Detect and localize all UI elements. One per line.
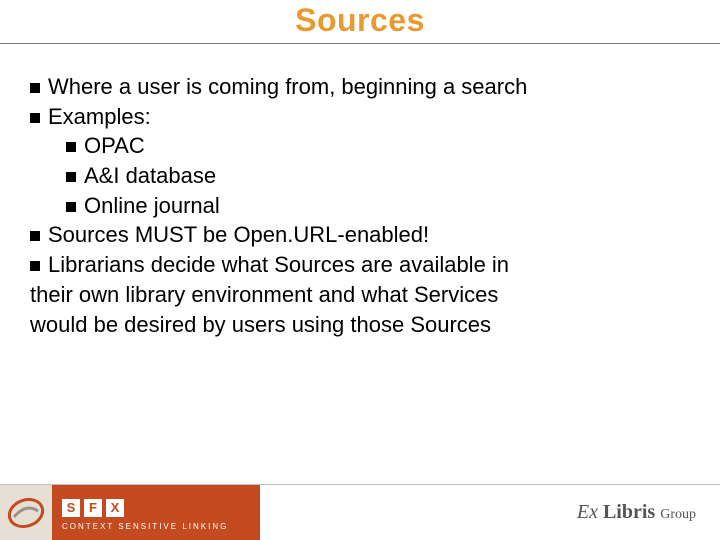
bullet-text: A&I database (84, 163, 216, 188)
bullet-continuation: their own library environment and what S… (30, 280, 690, 310)
bullet-item: Sources MUST be Open.URL-enabled! (30, 220, 690, 250)
bullet-icon (66, 172, 76, 182)
footer-bar: S F X CONTEXT SENSITIVE LINKING Ex Libri… (0, 485, 720, 540)
bullet-text: Sources MUST be Open.URL-enabled! (48, 222, 429, 247)
bullet-icon (66, 142, 76, 152)
bullet-icon (30, 261, 40, 271)
bullet-icon (66, 202, 76, 212)
sub-bullet-item: Online journal (30, 191, 690, 221)
bullet-text: OPAC (84, 133, 145, 158)
bullet-icon (30, 83, 40, 93)
sfx-letters: S F X (62, 499, 228, 517)
sfx-letter-s: S (62, 499, 80, 517)
sfx-logo: S F X CONTEXT SENSITIVE LINKING (52, 485, 228, 540)
bullet-text: Librarians decide what Sources are avail… (48, 252, 509, 277)
sub-bullet-item: OPAC (30, 131, 690, 161)
sub-bullet-item: A&I database (30, 161, 690, 191)
swirl-logo (0, 485, 52, 540)
bullet-item: Examples: (30, 102, 690, 132)
footer: S F X CONTEXT SENSITIVE LINKING Ex Libri… (0, 484, 720, 540)
exlibris-ex: Ex (577, 501, 598, 523)
bullet-text: Examples: (48, 104, 151, 129)
slide: Sources Where a user is coming from, beg… (0, 0, 720, 540)
slide-body: Where a user is coming from, beginning a… (0, 44, 720, 339)
bullet-icon (30, 231, 40, 241)
exlibris-libris: Libris (598, 501, 660, 523)
bullet-text: Online journal (84, 193, 220, 218)
exlibris-logo: Ex Libris Group (577, 501, 696, 524)
exlibris-group: Group (660, 507, 696, 522)
bullet-continuation: would be desired by users using those So… (30, 310, 690, 340)
sfx-tagline: CONTEXT SENSITIVE LINKING (62, 522, 228, 531)
sfx-letter-x: X (106, 499, 124, 517)
bullet-text: Where a user is coming from, beginning a… (48, 74, 527, 99)
slide-title: Sources (295, 2, 425, 41)
title-area: Sources (0, 0, 720, 41)
footer-right-brand: Ex Libris Group (260, 485, 720, 540)
bullet-item: Librarians decide what Sources are avail… (30, 250, 690, 280)
swirl-icon (6, 493, 46, 533)
sfx-letter-f: F (84, 499, 102, 517)
footer-left-brand: S F X CONTEXT SENSITIVE LINKING (0, 485, 260, 540)
bullet-item: Where a user is coming from, beginning a… (30, 72, 690, 102)
bullet-icon (30, 113, 40, 123)
